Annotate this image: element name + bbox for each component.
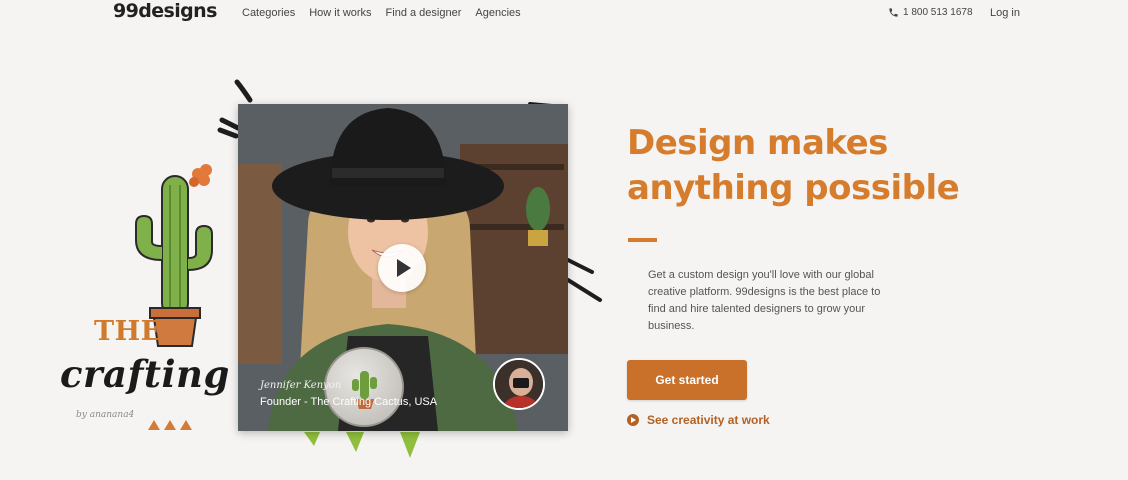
phone-number[interactable]: 1 800 513 1678 [888, 7, 973, 18]
play-circle-icon [627, 414, 639, 426]
flower-icon [189, 164, 212, 187]
main-nav: Categories How it works Find a designer … [242, 7, 521, 19]
brand-byline: by ananana4 [76, 410, 135, 420]
designer-avatar[interactable] [493, 358, 545, 410]
see-creativity-link[interactable]: See creativity at work [627, 413, 770, 427]
login-link[interactable]: Log in [990, 7, 1020, 19]
accent-divider [628, 238, 657, 242]
testimonial-name: Jennifer Kenyon [260, 380, 342, 391]
hero-title-line1: Design makes [627, 123, 888, 163]
play-video-button[interactable] [378, 244, 426, 292]
hero-title: Design makes anything possible [627, 121, 1047, 211]
nav-agencies[interactable]: Agencies [475, 7, 520, 19]
nav-how-it-works[interactable]: How it works [309, 7, 371, 19]
testimonial-role: Founder - The Crafting Cactus, USA [260, 396, 438, 408]
nav-find-a-designer[interactable]: Find a designer [386, 7, 462, 19]
phone-number-text: 1 800 513 1678 [903, 7, 973, 18]
testimonial-video-card[interactable]: Jennifer Kenyon Founder - The Crafting C… [238, 104, 568, 431]
phone-icon [889, 8, 898, 17]
see-creativity-label: See creativity at work [647, 413, 770, 427]
get-started-button[interactable]: Get started [627, 360, 747, 400]
nav-categories[interactable]: Categories [242, 7, 295, 19]
brand-crafting-cactus-text: crafting cactus [60, 352, 238, 396]
hero-title-line2: anything possible [627, 168, 960, 208]
play-icon [397, 259, 411, 277]
logo[interactable]: 99designs [113, 0, 217, 22]
cactus-badge-icon [352, 371, 377, 409]
brand-the-text: THE [94, 316, 162, 347]
hero-description: Get a custom design you'll love with our… [648, 269, 881, 332]
